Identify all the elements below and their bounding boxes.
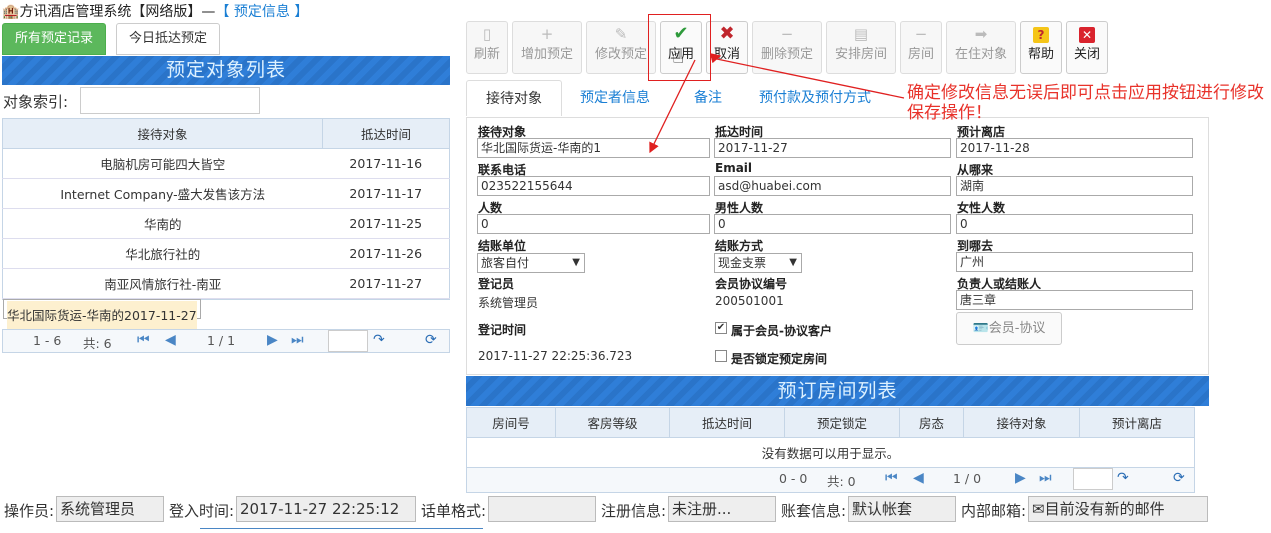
annotation-text: 确定修改信息无误后即可点击应用按钮进行修改保存操作！ bbox=[907, 83, 1264, 123]
annotation-arrows bbox=[649, 53, 905, 154]
